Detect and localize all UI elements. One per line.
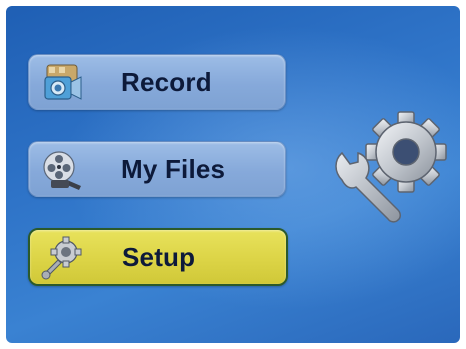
- menu-item-my-files[interactable]: My Files: [28, 141, 286, 197]
- menu-item-label: My Files: [121, 153, 226, 184]
- menu-item-label: Record: [121, 66, 212, 97]
- menu-item-record[interactable]: Record: [28, 54, 286, 110]
- film-reel-icon: [43, 151, 81, 190]
- menu-item-setup[interactable]: Setup: [28, 228, 288, 286]
- menu-item-label: Setup: [122, 241, 196, 272]
- setup-preview-icon: [335, 111, 447, 223]
- camera-film-icon: [44, 64, 82, 100]
- menu-screen: Record My Files Setup: [6, 6, 460, 343]
- gear-wrench-icon: [41, 236, 82, 280]
